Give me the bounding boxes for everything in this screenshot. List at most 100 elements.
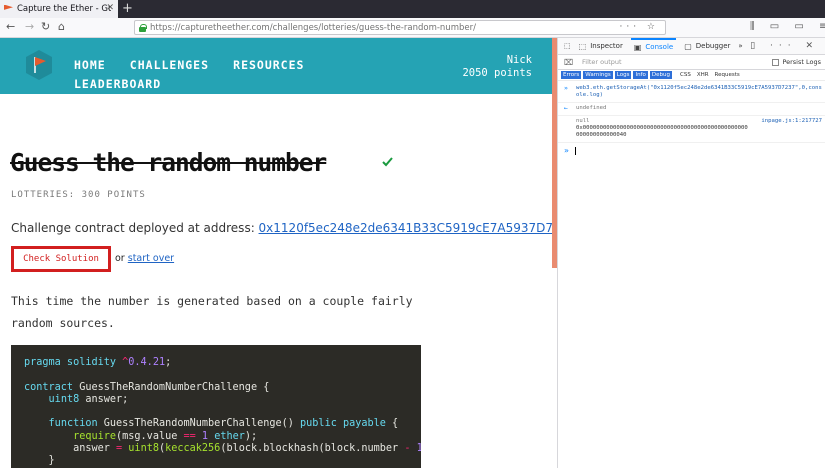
nav-resources[interactable]: RESOURCES — [233, 58, 304, 72]
code-token: contract — [24, 381, 80, 393]
code-line: contract GuessTheRandomNumberChallenge { — [24, 382, 421, 394]
nav-challenges[interactable]: CHALLENGES — [130, 58, 209, 72]
tab-bar: Capture the Ether - Gues ✕ + — [0, 0, 825, 18]
reload-icon[interactable]: ↻ — [41, 20, 50, 33]
code-block: pragma solidity ^0.4.21; contract GuessTh… — [11, 345, 421, 468]
result-text: undefined — [576, 105, 607, 111]
devtools-picker-icon[interactable]: ⬚ — [564, 38, 571, 55]
filter-css[interactable]: CSS — [678, 71, 693, 79]
text-caret — [574, 146, 576, 155]
new-tab-button[interactable]: + — [122, 1, 133, 16]
debugger-icon: ▢ — [684, 41, 692, 51]
code-token: GuessTheRandomNumberChallenge() — [103, 418, 301, 430]
code-token: 0.4.21 — [128, 357, 166, 368]
code-token: answer; — [79, 393, 129, 405]
code-token: (msg.value — [116, 430, 184, 442]
user-points: 2050 points — [462, 67, 532, 79]
filter-requests[interactable]: Requests — [713, 71, 742, 79]
code-token: public payable — [300, 418, 386, 430]
log-source-link[interactable]: inpage.js:1:217727 — [761, 118, 822, 125]
site-nav: HOME CHALLENGES RESOURCES LEADERBOARD — [74, 54, 354, 92]
home-icon[interactable]: ⌂ — [58, 20, 65, 33]
browser-tab[interactable]: Capture the Ether - Gues ✕ — [0, 0, 118, 18]
tab-console[interactable]: ▣ Console — [630, 37, 677, 55]
tab-close-icon[interactable]: ✕ — [106, 3, 114, 13]
persist-logs-toggle[interactable]: Persist Logs — [772, 58, 821, 66]
user-name: Nick — [506, 54, 532, 66]
code-token: require — [73, 430, 117, 442]
start-over-line: or start over — [115, 253, 174, 264]
more-tabs-icon[interactable]: » — [738, 38, 742, 55]
code-token: { — [385, 418, 399, 430]
navigation-bar: ← → ↻ ⌂ https://capturetheether.com/chal… — [0, 18, 825, 38]
code-token: 1 — [416, 443, 421, 455]
url-bar[interactable]: https://capturetheether.com/challenges/l… — [134, 20, 666, 35]
code-line: require(msg.value == 1 ether); — [24, 431, 421, 443]
input-prompt-icon: » — [564, 84, 568, 92]
code-token: } — [24, 455, 55, 467]
forward-arrow-icon[interactable]: → — [25, 20, 34, 33]
tab-title: Capture the Ether - Gues — [17, 4, 111, 14]
code-token: == — [183, 430, 196, 442]
devtools-panel: ⬚ ⬚ Inspector ▣ Console ▢ Debugger » ▯ ··· … — [557, 37, 825, 468]
filter-errors[interactable]: Errors — [561, 71, 582, 79]
tab-inspector-label: Inspector — [590, 42, 623, 50]
nav-home[interactable]: HOME — [74, 58, 106, 72]
flag-favicon-icon — [4, 4, 13, 10]
filter-xhr[interactable]: XHR — [695, 71, 711, 79]
filter-warnings[interactable]: Warnings — [583, 71, 613, 79]
code-token: answer — [24, 443, 117, 455]
deployed-label: Challenge contract deployed at address: — [11, 221, 259, 235]
deployed-line: Challenge contract deployed at address: … — [11, 221, 553, 235]
persist-checkbox[interactable] — [772, 58, 780, 66]
code-token: ); — [244, 430, 258, 442]
tab-inspector[interactable]: ⬚ Inspector — [579, 38, 623, 55]
result-arrow-icon: ← — [564, 104, 568, 112]
code-token: uint8 — [128, 443, 159, 455]
console-icon: ▣ — [633, 42, 642, 52]
inspector-icon: ⬚ — [578, 41, 587, 51]
page-title: Guess the random number — [10, 148, 327, 177]
challenge-description: This time the number is generated based … — [11, 294, 413, 330]
code-line: } — [24, 455, 421, 467]
code-line: function GuessTheRandomNumberChallenge()… — [24, 418, 421, 430]
code-line: uint8 answer; — [24, 394, 421, 406]
code-token: ; — [165, 357, 172, 368]
console-output: » web3.eth.getStorageAt("0x1120f5ec248e2… — [558, 81, 825, 155]
code-token: function — [48, 418, 104, 430]
or-text: or — [115, 253, 128, 264]
devtools-tabs: ⬚ ⬚ Inspector ▣ Console ▢ Debugger » ▯ ··· … — [558, 37, 825, 55]
devtools-window-icons[interactable]: ▯ ··· ✕ — [750, 41, 819, 51]
contract-address-link[interactable]: 0x1120f5ec248e2de6341B33C5919cE7A5937D72… — [259, 221, 553, 235]
prompt-icon: » — [564, 146, 569, 155]
web-page: HOME CHALLENGES RESOURCES LEADERBOARD Ni… — [0, 38, 553, 468]
user-info[interactable]: Nick 2050 points — [462, 54, 532, 80]
start-over-link[interactable]: start over — [128, 253, 174, 264]
lock-icon — [139, 23, 147, 32]
tab-debugger[interactable]: ▢ Debugger — [684, 38, 730, 55]
console-result: ← undefined — [558, 103, 825, 116]
url-text[interactable]: https://capturetheether.com/challenges/l… — [150, 23, 476, 33]
trash-icon[interactable]: ⌧ — [564, 58, 573, 67]
filter-info[interactable]: Info — [633, 71, 648, 79]
code-token: (block.blockhash(block.number — [220, 443, 405, 455]
page-actions-icon[interactable]: ··· ☆ — [619, 22, 659, 32]
filter-input[interactable]: Filter output — [582, 58, 622, 66]
site-header: HOME CHALLENGES RESOURCES LEADERBOARD Ni… — [0, 38, 553, 94]
filter-debug[interactable]: Debug — [649, 71, 672, 79]
code-token: pragma solidity — [24, 357, 123, 368]
nav-leaderboard[interactable]: LEADERBOARD — [74, 77, 161, 91]
toolbar-icons[interactable]: ⫼ ▭ ▭ ≡ — [750, 21, 825, 32]
filter-logs[interactable]: Logs — [614, 71, 632, 79]
check-solution-button[interactable]: Check Solution — [11, 246, 111, 272]
console-input[interactable]: » — [558, 143, 825, 155]
flag-logo-icon[interactable] — [26, 50, 52, 80]
log-value: 0x00000000000000000000000000000000000000… — [576, 125, 748, 138]
persist-label: Persist Logs — [782, 58, 821, 66]
back-arrow-icon[interactable]: ← — [6, 20, 15, 33]
